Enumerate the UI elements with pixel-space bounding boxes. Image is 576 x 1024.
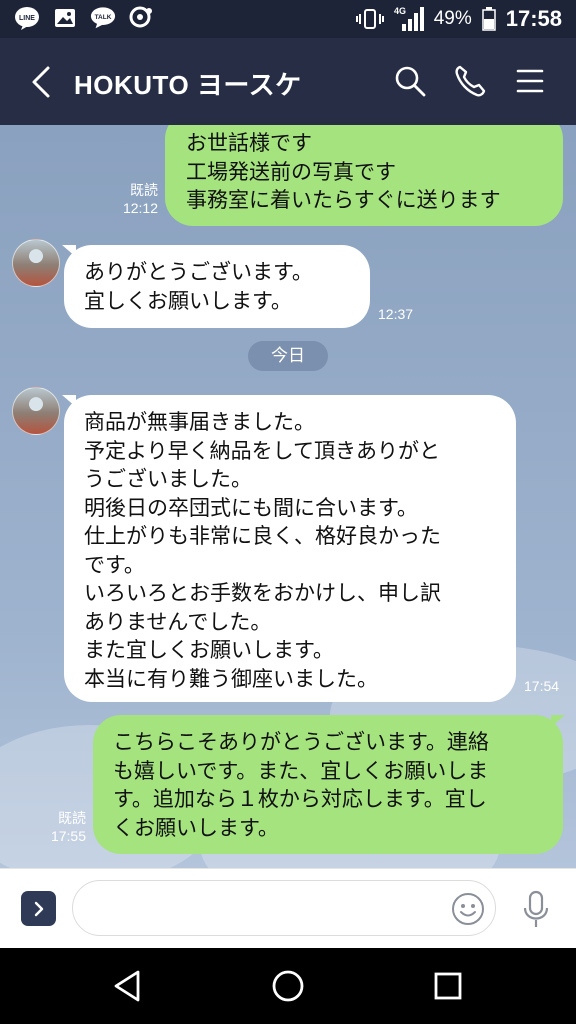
talk-icon: TALK (90, 6, 116, 30)
message-input[interactable] (72, 880, 496, 936)
chat-header: HOKUTO ヨースケ (0, 38, 576, 125)
outgoing-message-bubble[interactable]: こちらこそありがとうございます。連絡 も嬉しいです。また、宜しくお願いしま す。… (93, 715, 563, 854)
expand-button[interactable] (21, 891, 56, 926)
status-bar: LINE TALK 4G 49% 17:58 (0, 0, 576, 38)
emoji-icon[interactable] (451, 892, 485, 926)
avatar[interactable] (12, 239, 60, 287)
nav-recents-icon[interactable] (428, 966, 468, 1006)
menu-icon[interactable] (512, 63, 548, 99)
notification-icons: LINE TALK (14, 6, 154, 30)
message-time: 12:12 (122, 200, 158, 216)
nav-home-icon[interactable] (268, 966, 308, 1006)
avatar[interactable] (12, 387, 60, 435)
line-app-icon: LINE (14, 6, 40, 30)
talk-label: TALK (95, 14, 112, 21)
message-time: 17:55 (50, 828, 86, 844)
message-meta: 既読 12:12 (110, 181, 158, 217)
read-receipt: 既読 (130, 182, 158, 198)
date-separator: 今日 (248, 341, 328, 371)
message-input-bar (0, 868, 576, 949)
microphone-icon[interactable] (520, 889, 552, 929)
signal-icon: 4G (394, 6, 424, 31)
incoming-message-bubble[interactable]: ありがとうございます。 宜しくお願いします。 (64, 245, 370, 328)
bubble-tail (551, 715, 565, 727)
nav-back-icon[interactable] (108, 966, 148, 1006)
message-meta: 既読 17:55 (38, 809, 86, 845)
gallery-icon (52, 6, 78, 30)
system-nav-bar (0, 948, 576, 1024)
search-icon[interactable] (392, 63, 428, 99)
line-label: LINE (19, 15, 35, 22)
chat-area[interactable]: 既読 12:12 お世話様です 工場発送前の写真です 事務室に着いたらすぐに送り… (0, 125, 576, 868)
back-arrow-icon[interactable] (28, 64, 58, 100)
message-time: 12:37 (378, 306, 414, 322)
chevron-right-icon (34, 901, 43, 916)
message-time: 17:54 (524, 678, 560, 694)
read-receipt: 既読 (58, 810, 86, 826)
outgoing-message-bubble[interactable]: お世話様です 工場発送前の写真です 事務室に着いたらすぐに送ります (165, 125, 563, 226)
battery-icon (481, 7, 496, 31)
incoming-message-bubble[interactable]: 商品が無事届きました。 予定より早く納品をして頂きありがと うございました。 明… (64, 395, 516, 702)
clock: 17:58 (505, 6, 562, 31)
vibrate-icon (355, 9, 384, 29)
battery-percent: 49% (433, 8, 472, 29)
messenger-icon (128, 6, 154, 30)
network-type: 4G (394, 6, 406, 16)
phone-icon[interactable] (452, 63, 488, 99)
system-status: 4G 49% 17:58 (355, 6, 562, 32)
chat-title[interactable]: HOKUTO ヨースケ (74, 65, 302, 102)
